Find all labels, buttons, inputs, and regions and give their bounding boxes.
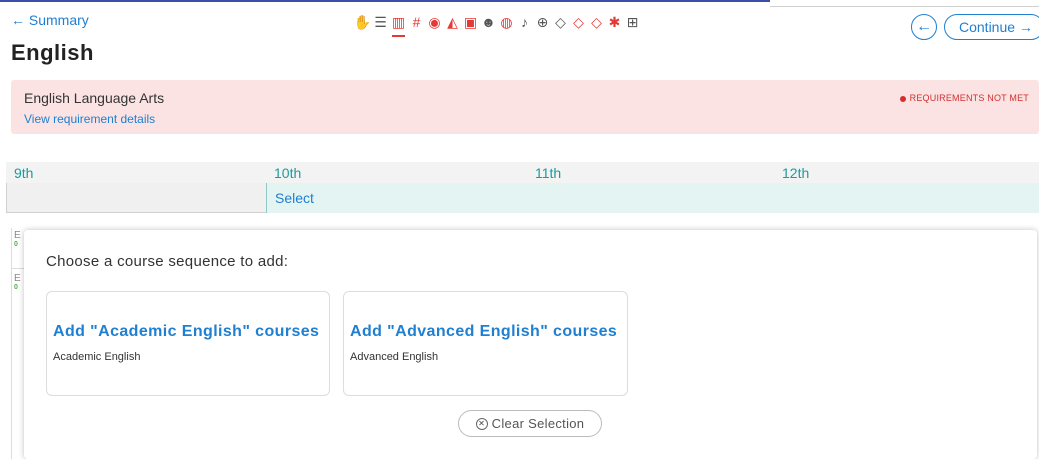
grade-11th: 11th xyxy=(535,165,562,181)
subject-icon-bar: ✋ ☰ ▥ # ◉ ◭ ▣ ☻ ◍ ♪ ⊕ ◇ ◇ ◇ ✱ ⊞ xyxy=(354,11,640,37)
microphone-icon[interactable]: ♪ xyxy=(517,13,532,31)
clear-selection-button[interactable]: ✕ Clear Selection xyxy=(458,410,602,437)
left-divider xyxy=(11,308,12,459)
requirement-banner: English Language Arts View requirement d… xyxy=(11,80,1039,134)
back-to-summary-link[interactable]: ← Summary xyxy=(11,12,89,28)
grade-selection-row: Select xyxy=(6,183,1039,213)
grades-header: 9th 10th 11th 12th xyxy=(6,162,1039,183)
top-border xyxy=(0,0,770,2)
books-icon[interactable]: ▥ xyxy=(391,13,406,37)
option-subtitle: Academic English xyxy=(53,351,141,363)
requirement-status-badge: REQUIREMENTS NOT MET xyxy=(899,93,1029,103)
grade-9th: 9th xyxy=(14,165,34,181)
page-title: English xyxy=(11,40,94,65)
requirement-name: English Language Arts xyxy=(24,90,165,106)
grade-9-cell xyxy=(6,183,266,213)
language-icon[interactable]: ▣ xyxy=(463,13,478,31)
globe-icon[interactable]: ◉ xyxy=(427,13,442,31)
advanced-english-option[interactable]: Add "Advanced English" courses Advanced … xyxy=(343,291,628,396)
previous-button[interactable]: ← xyxy=(911,14,937,40)
academic-english-option[interactable]: Add "Academic English" courses Academic … xyxy=(46,291,330,396)
hand-icon[interactable]: ✋ xyxy=(354,13,371,31)
course-sequence-modal: Choose a course sequence to add: Add "Ac… xyxy=(24,230,1037,459)
option-title: Add "Advanced English" courses xyxy=(350,323,618,340)
grade-10th: 10th xyxy=(274,165,302,181)
diamond-red-icon-2[interactable]: ◇ xyxy=(589,13,604,31)
top-border-secondary xyxy=(770,6,1039,7)
arrow-left-icon: ← xyxy=(916,18,932,35)
view-requirement-details-link[interactable]: View requirement details xyxy=(24,112,155,126)
grade-10-select-cell[interactable]: Select xyxy=(266,183,1039,213)
status-dot-icon xyxy=(899,95,906,102)
option-title: Add "Academic English" courses xyxy=(53,323,320,340)
clear-selection-label: Clear Selection xyxy=(491,416,585,431)
diamond-red-icon-1[interactable]: ◇ xyxy=(571,13,586,31)
pe-icon[interactable]: ☻ xyxy=(481,13,496,31)
science-icon[interactable]: ◭ xyxy=(445,13,460,31)
arts-icon[interactable]: ◍ xyxy=(499,13,514,31)
asterisk-icon[interactable]: ✱ xyxy=(607,13,622,31)
grade-12th: 12th xyxy=(782,165,810,181)
math-grid-icon[interactable]: # xyxy=(409,13,424,31)
modal-heading: Choose a course sequence to add: xyxy=(46,253,289,270)
select-label: Select xyxy=(275,190,314,206)
requirement-status-text: REQUIREMENTS NOT MET xyxy=(909,93,1029,103)
standard-icon[interactable]: ☰ xyxy=(373,13,388,31)
continue-button[interactable]: Continue → xyxy=(944,14,1039,40)
clear-circle-x-icon: ✕ xyxy=(475,417,488,430)
table-icon[interactable]: ⊞ xyxy=(625,13,640,31)
health-icon[interactable]: ⊕ xyxy=(535,13,550,31)
option-subtitle: Advanced English xyxy=(350,351,439,363)
diamond-outline-icon[interactable]: ◇ xyxy=(553,13,568,31)
